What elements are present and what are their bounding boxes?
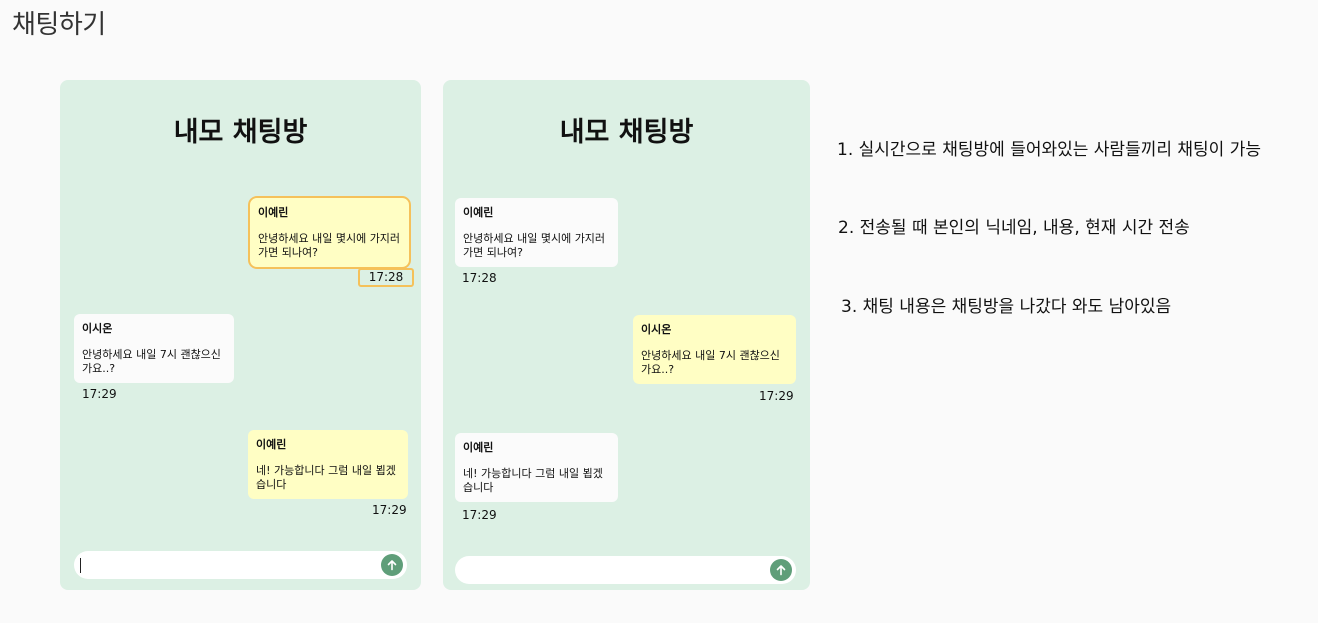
chat-screen-left: 내모 채팅방 이예린 안녕하세요 내일 몇시에 가지러 가면 되나여? 17:2… <box>60 80 421 590</box>
message-nickname: 이예린 <box>258 206 289 219</box>
message-text: 네! 가능합니다 그럼 내일 뵙겠습니다 <box>463 467 603 494</box>
feature-note: 2. 전송될 때 본인의 닉네임, 내용, 현재 시간 전송 <box>838 218 1190 238</box>
message-bubble-other: 이시온 안녕하세요 내일 7시 괜찮으신가요..? <box>74 314 234 383</box>
message-time: 17:29 <box>82 387 117 401</box>
message-time: 17:28 <box>462 271 497 285</box>
message-time: 17:28 <box>358 268 414 287</box>
message-text: 안녕하세요 내일 7시 괜찮으신가요..? <box>641 349 780 376</box>
message-bubble-mine: 이예린 네! 가능합니다 그럼 내일 뵙겠습니다 <box>248 430 408 499</box>
message-bubble-mine: 이예린 안녕하세요 내일 몇시에 가지러 가면 되나여? <box>248 196 411 269</box>
chat-room-title: 내모 채팅방 <box>173 117 308 148</box>
message-text: 안녕하세요 내일 몇시에 가지러 가면 되나여? <box>258 232 401 259</box>
text-caret <box>80 558 81 573</box>
feature-note: 3. 채팅 내용은 채팅방을 나갔다 와도 남아있음 <box>841 297 1172 317</box>
message-bubble-other: 이예린 안녕하세요 내일 몇시에 가지러 가면 되나여? <box>455 198 618 267</box>
feature-note: 1. 실시간으로 채팅방에 들어와있는 사람들끼리 채팅이 가능 <box>837 140 1262 160</box>
message-text: 안녕하세요 내일 몇시에 가지러 가면 되나여? <box>463 232 606 259</box>
message-nickname: 이예린 <box>463 441 494 454</box>
message-input[interactable] <box>74 551 407 579</box>
message-input[interactable] <box>455 556 796 584</box>
message-bubble-mine: 이시온 안녕하세요 내일 7시 괜찮으신가요..? <box>633 315 796 384</box>
send-button[interactable] <box>381 554 403 576</box>
chat-screen-right: 내모 채팅방 이예린 안녕하세요 내일 몇시에 가지러 가면 되나여? 17:2… <box>443 80 810 590</box>
message-nickname: 이시온 <box>82 322 113 335</box>
chat-room-title: 내모 채팅방 <box>559 117 694 148</box>
message-nickname: 이예린 <box>256 438 287 451</box>
page-title: 채팅하기 <box>12 10 106 40</box>
message-nickname: 이예린 <box>463 206 494 219</box>
arrow-up-icon <box>776 565 786 576</box>
message-time: 17:29 <box>462 508 497 522</box>
message-nickname: 이시온 <box>641 323 672 336</box>
message-time: 17:29 <box>372 503 407 517</box>
message-bubble-other: 이예린 네! 가능합니다 그럼 내일 뵙겠습니다 <box>455 433 618 502</box>
send-button[interactable] <box>770 559 792 581</box>
message-text: 네! 가능합니다 그럼 내일 뵙겠습니다 <box>256 464 396 491</box>
message-text: 안녕하세요 내일 7시 괜찮으신가요..? <box>82 348 221 375</box>
message-time: 17:29 <box>759 389 794 403</box>
arrow-up-icon <box>387 560 397 571</box>
